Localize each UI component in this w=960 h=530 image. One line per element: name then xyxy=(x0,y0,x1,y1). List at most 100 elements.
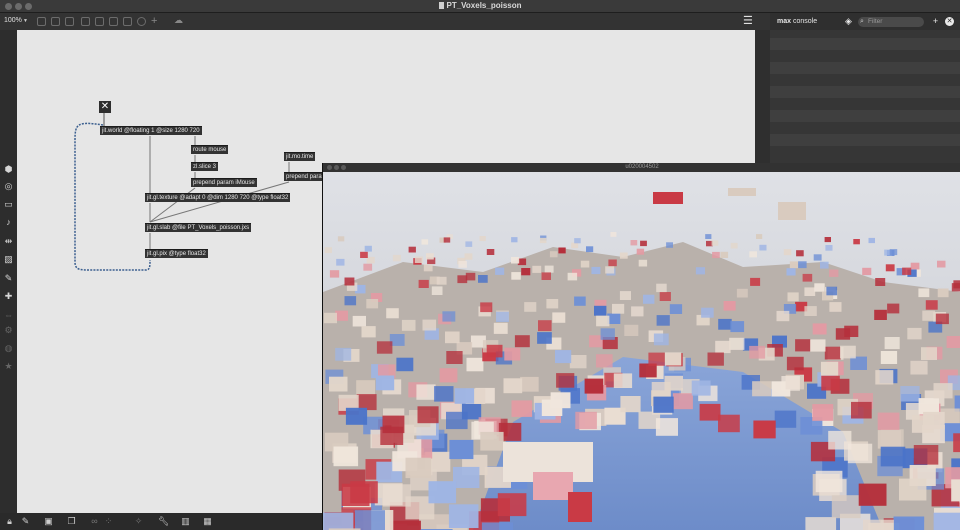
voxel xyxy=(877,412,900,430)
voxel xyxy=(458,261,467,268)
voxel xyxy=(893,516,925,530)
voxel xyxy=(729,337,745,350)
voxel xyxy=(520,376,539,392)
voxel xyxy=(868,237,875,244)
voxel xyxy=(749,345,766,359)
voxel xyxy=(840,345,856,359)
voxel xyxy=(344,296,357,306)
voxel xyxy=(575,411,597,430)
voxel xyxy=(479,236,486,242)
voxel xyxy=(643,294,655,304)
voxel xyxy=(344,277,355,286)
debug-icon[interactable]: ✧ xyxy=(134,517,143,526)
voxel xyxy=(953,433,960,453)
voxel xyxy=(364,245,372,252)
voxel xyxy=(511,237,518,243)
voxel xyxy=(910,360,928,375)
voxel xyxy=(445,331,460,344)
voxel xyxy=(656,315,670,326)
object-route-mouse[interactable]: route mouse xyxy=(191,145,229,154)
voxel xyxy=(453,466,480,488)
object-jit-mo-time[interactable]: jit.mo.time xyxy=(284,152,316,161)
link-icon[interactable]: ∞ xyxy=(90,517,99,526)
voxel xyxy=(446,351,463,364)
voxel xyxy=(550,392,571,409)
voxel xyxy=(392,254,401,262)
voxel xyxy=(862,267,872,276)
voxel xyxy=(422,319,437,331)
object-jit-world[interactable]: jit.world @floating 1 @size 1280 720 xyxy=(100,126,202,135)
feedback-cord[interactable] xyxy=(74,122,151,271)
voxel xyxy=(659,292,671,301)
lock-icon[interactable]: 🔒︎ xyxy=(5,517,14,526)
voxel xyxy=(730,242,738,249)
voxel xyxy=(825,245,833,251)
columns-icon[interactable]: ▥ xyxy=(181,517,190,526)
wrench-icon[interactable]: 🔧︎ xyxy=(158,517,169,526)
voxel xyxy=(423,264,433,272)
voxel xyxy=(786,356,804,371)
object-jit-gl-texture[interactable]: jit.gl.texture @adapt 0 @dim 1280 720 @t… xyxy=(145,193,291,202)
voxel xyxy=(718,318,732,330)
x-toggle-icon[interactable]: ✕ xyxy=(99,101,111,113)
voxel xyxy=(375,375,395,391)
console-header: max console ◈ ⌕ Filter + ✕ xyxy=(770,13,960,30)
voxel xyxy=(691,380,711,396)
voxel xyxy=(596,354,613,368)
object-zl-slice[interactable]: zl.slice 3 xyxy=(191,162,219,171)
voxel xyxy=(715,340,731,354)
voxel xyxy=(666,242,673,248)
voxel xyxy=(417,406,439,424)
voxel xyxy=(401,319,416,331)
voxel xyxy=(863,519,894,530)
object-prepend-imouse[interactable]: prepend param iMouse xyxy=(191,178,257,187)
voxel xyxy=(655,418,678,436)
voxel xyxy=(829,269,839,277)
console-row xyxy=(770,38,960,50)
voxel xyxy=(749,251,757,258)
voxel xyxy=(569,355,587,369)
presentation-mode-icon[interactable]: ▣ xyxy=(44,517,53,526)
voxel xyxy=(664,352,682,366)
voxel xyxy=(753,420,776,439)
console-row xyxy=(770,110,960,122)
voxel xyxy=(887,303,900,314)
object-prepend-param[interactable]: prepend para xyxy=(284,172,322,181)
voxel xyxy=(653,396,674,413)
jit-world-viewer-window[interactable]: u020004502 xyxy=(322,163,960,530)
search-icon: ⌕ xyxy=(860,18,864,25)
console-filter-input[interactable]: ⌕ Filter xyxy=(858,17,924,27)
voxel xyxy=(711,240,719,246)
voxel xyxy=(426,253,434,260)
voxel xyxy=(638,259,648,267)
voxel xyxy=(858,483,887,506)
voxel xyxy=(329,270,340,278)
object-jit-gl-slab[interactable]: jit.gl.slab @file PT_Voxels_poisson.jxs xyxy=(145,223,252,232)
add-icon[interactable]: + xyxy=(931,17,940,26)
voxel xyxy=(486,344,503,358)
voxel xyxy=(701,307,714,318)
voxel xyxy=(514,335,530,348)
voxel xyxy=(853,239,860,245)
voxel xyxy=(718,414,740,433)
voxel xyxy=(434,386,454,402)
object-jit-gl-pix[interactable]: jit.gl.pix @type float32 xyxy=(145,249,208,258)
filter-options-icon[interactable]: ◈ xyxy=(844,17,853,26)
voxel xyxy=(875,278,886,286)
voxel xyxy=(789,261,799,269)
edit-icon[interactable]: ✎ xyxy=(21,517,30,526)
voxel xyxy=(781,376,800,391)
voxel xyxy=(736,288,748,298)
voxel xyxy=(783,249,792,256)
voxel xyxy=(653,333,669,346)
voxel xyxy=(408,246,416,253)
voxel xyxy=(481,522,514,530)
clear-console-icon[interactable]: ✕ xyxy=(945,17,954,26)
keyboard-icon[interactable]: ▦ xyxy=(203,517,212,526)
windows-icon[interactable]: ❐ xyxy=(67,517,76,526)
voxel xyxy=(521,268,531,276)
voxel xyxy=(389,520,421,530)
voxel-render-output[interactable] xyxy=(323,172,960,530)
voxel xyxy=(804,287,816,296)
grid-icon[interactable]: ⁘ xyxy=(104,517,113,526)
